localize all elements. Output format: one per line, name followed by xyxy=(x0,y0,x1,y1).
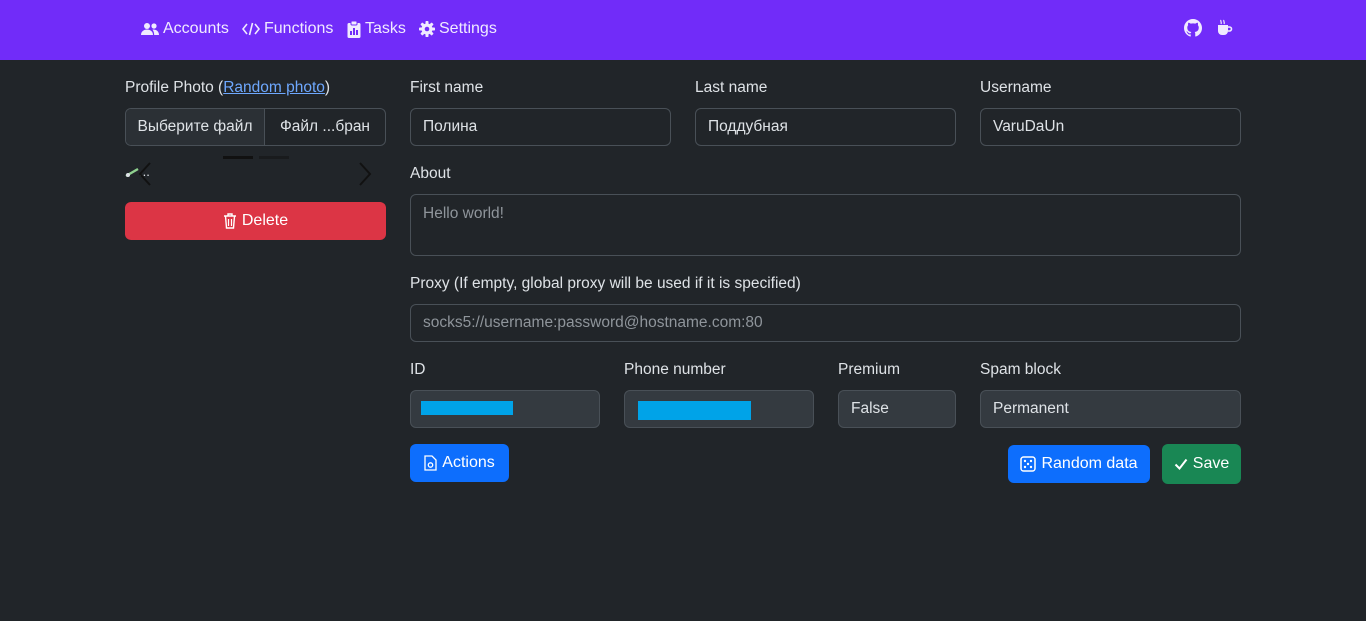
nav-settings[interactable]: Settings xyxy=(419,18,497,40)
save-label: Save xyxy=(1192,455,1230,472)
id-redaction xyxy=(421,401,513,415)
random-photo-link[interactable]: Random photo xyxy=(223,79,325,96)
first-name-input[interactable] xyxy=(410,108,671,146)
last-name-label: Last name xyxy=(695,79,768,96)
carousel-indicator[interactable] xyxy=(259,156,289,159)
actions-button[interactable]: Actions xyxy=(410,444,509,482)
file-name-display: Файл ...бран xyxy=(279,118,370,135)
actions-label: Actions xyxy=(442,454,495,471)
users-icon xyxy=(141,23,159,35)
proxy-label: Proxy (If empty, global proxy will be us… xyxy=(410,275,801,292)
nav-accounts[interactable]: Accounts xyxy=(141,18,229,40)
nav-functions-label: Functions xyxy=(264,20,334,37)
phone-label: Phone number xyxy=(624,361,726,378)
profile-photo-label: Profile Photo (Random photo) xyxy=(125,79,331,96)
about-textarea[interactable] xyxy=(410,194,1241,256)
navbar: Accounts Functions Tasks Settings xyxy=(0,0,1366,60)
random-data-button[interactable]: Random data xyxy=(1008,445,1150,483)
spam-block-field xyxy=(980,390,1241,428)
trash-icon xyxy=(223,213,236,229)
id-field xyxy=(410,390,600,428)
file-gear-icon xyxy=(424,455,437,471)
carousel-next-icon[interactable] xyxy=(358,161,372,187)
nav-settings-label: Settings xyxy=(439,20,497,37)
username-input[interactable] xyxy=(980,108,1241,146)
delete-button[interactable]: Delete xyxy=(125,202,386,240)
id-label: ID xyxy=(410,361,426,378)
premium-field xyxy=(838,390,956,428)
code-icon xyxy=(242,22,260,36)
nav-tasks-label: Tasks xyxy=(365,20,406,37)
phone-redaction xyxy=(638,401,751,420)
phone-field xyxy=(624,390,814,428)
nav-functions[interactable]: Functions xyxy=(242,18,333,40)
dice-icon xyxy=(1020,456,1037,472)
save-button[interactable]: Save xyxy=(1162,444,1241,484)
photo-carousel: ... xyxy=(125,152,386,192)
username-label: Username xyxy=(980,79,1052,96)
nav-accounts-label: Accounts xyxy=(163,20,229,37)
random-data-label: Random data xyxy=(1041,455,1138,472)
nav-tasks[interactable]: Tasks xyxy=(347,18,406,40)
carousel-prev-icon[interactable] xyxy=(138,161,152,187)
broken-image-icon xyxy=(125,167,139,178)
first-name-label: First name xyxy=(410,79,484,96)
check-icon xyxy=(1174,458,1188,470)
delete-label: Delete xyxy=(241,212,289,229)
carousel-indicator-active[interactable] xyxy=(223,156,253,159)
proxy-input[interactable] xyxy=(410,304,1241,342)
about-label: About xyxy=(410,165,451,182)
last-name-input[interactable] xyxy=(695,108,956,146)
premium-label: Premium xyxy=(838,361,901,378)
clipboard-icon xyxy=(347,20,361,38)
choose-file-button[interactable]: Выберите файл xyxy=(126,109,265,145)
coffee-icon[interactable] xyxy=(1215,19,1233,37)
gear-icon xyxy=(419,21,435,37)
photo-file-input[interactable]: Выберите файл Файл ...бран xyxy=(125,108,386,146)
github-icon[interactable] xyxy=(1184,19,1202,37)
spam-block-label: Spam block xyxy=(980,361,1061,378)
